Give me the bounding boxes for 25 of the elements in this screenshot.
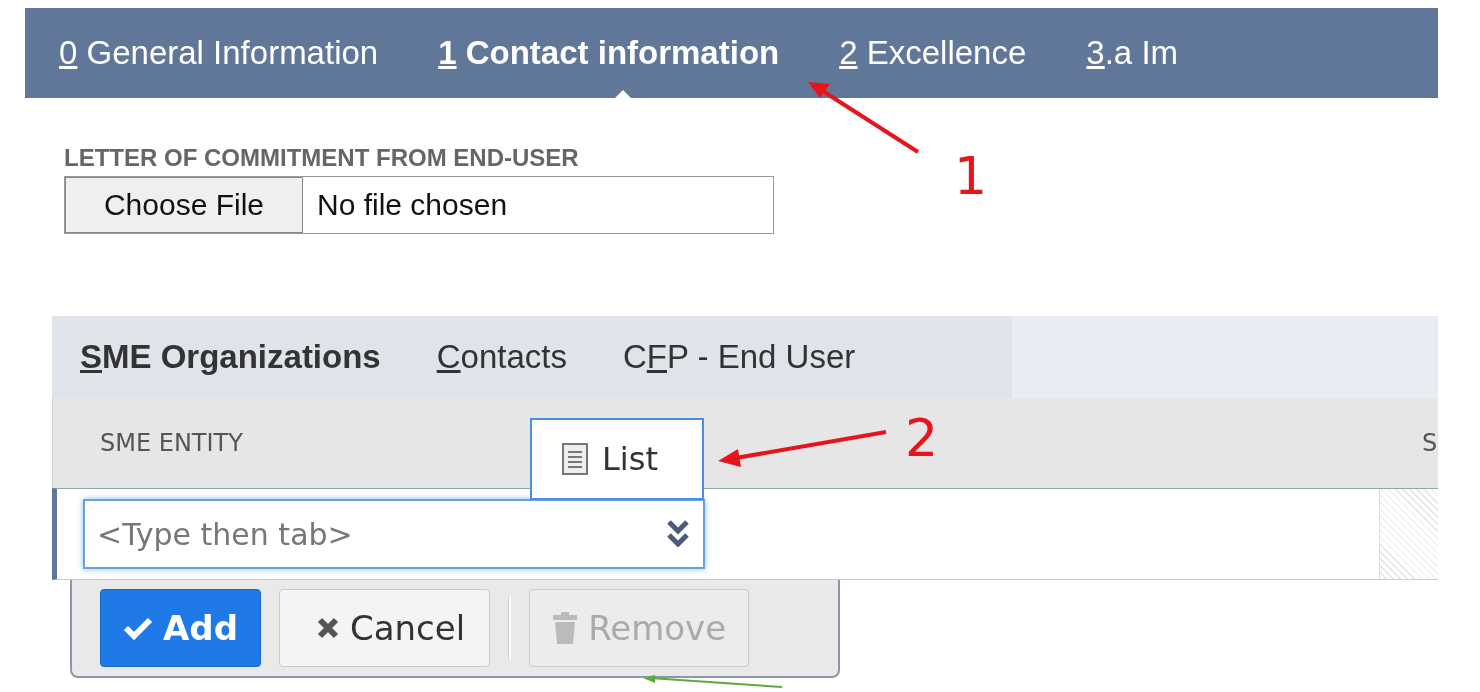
field-label: LETTER OF COMMITMENT FROM END-USER [64,144,580,172]
x-icon [316,616,340,640]
column-header: SME ENTITY [100,429,243,457]
document-icon [562,443,588,475]
popup-label: List [602,440,658,478]
checkmark-icon [123,616,153,640]
tab[interactable]: 3.a Im [1086,32,1179,74]
tab[interactable]: 0 General Information [59,32,379,74]
subtab[interactable]: Contacts [436,336,567,378]
double-chevron-icon [667,519,689,549]
choose-file-button[interactable]: Choose File [65,177,303,233]
file-status: No file chosen [317,188,508,222]
tab[interactable]: 1 Contact information [438,32,780,74]
file-input[interactable]: Choose File No file chosen [64,176,774,234]
action-button[interactable]: Add [100,589,261,667]
list-popup[interactable]: List [530,418,704,500]
subtab[interactable]: SME Organizations [80,336,381,378]
annotation-number: 2 [905,412,939,464]
annotation-number: 1 [954,150,988,202]
entity-dropdown[interactable]: <Type then tab> [83,499,705,569]
tab[interactable]: 2 Excellence [839,32,1027,74]
subtab[interactable]: CFP - End User [622,336,856,378]
trash-icon [552,612,579,644]
action-button[interactable]: Cancel [279,589,491,667]
column-header: S [1422,429,1438,457]
